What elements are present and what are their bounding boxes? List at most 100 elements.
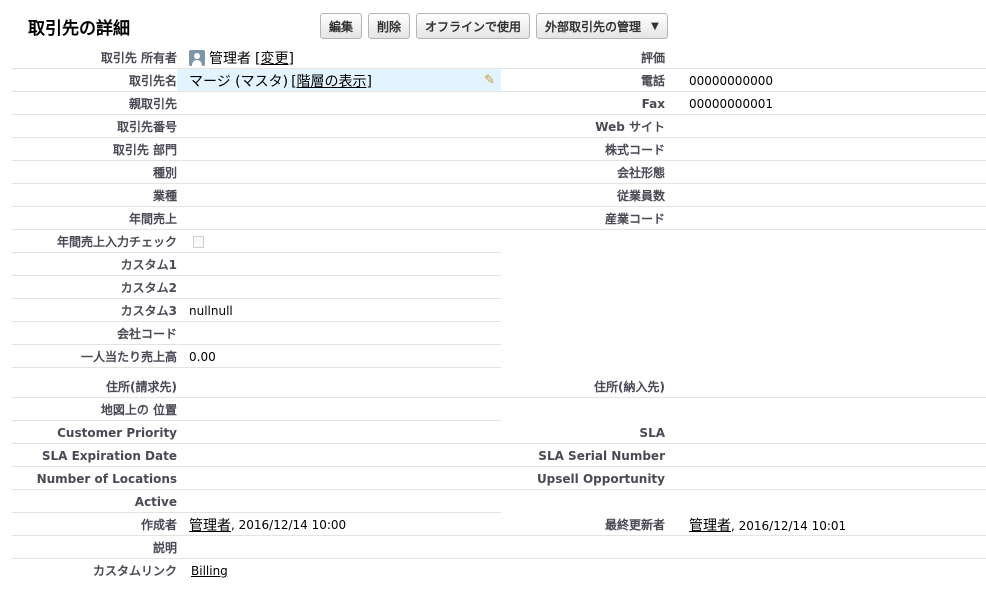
field-value	[177, 207, 501, 230]
field-value	[177, 92, 501, 115]
created-by-user-link[interactable]: 管理者	[189, 515, 231, 535]
field-label: 評価	[640, 51, 665, 65]
field-value	[177, 322, 501, 345]
field-label: 会社形態	[616, 166, 665, 180]
field-label: Upsell Opportunity	[536, 471, 665, 486]
field-value-account-name[interactable]: マージ (マスタ) [階層の表示] ✎	[177, 69, 501, 92]
field-label: Active	[134, 494, 177, 509]
field-value	[177, 444, 501, 467]
field-row-ownership: 会社形態	[501, 161, 986, 184]
field-row-company-code: 会社コード	[0, 322, 501, 345]
field-value	[177, 161, 501, 184]
change-owner-link[interactable]: [変更]	[255, 48, 294, 68]
field-row-custom2: カスタム2	[0, 276, 501, 299]
field-value	[177, 115, 501, 138]
field-value: Billing	[177, 559, 501, 582]
field-row-empty	[501, 398, 986, 421]
field-label: 業種	[152, 189, 177, 203]
field-value	[177, 138, 501, 161]
field-value	[177, 276, 501, 299]
user-avatar-icon	[189, 49, 205, 66]
field-value: 0.00	[189, 349, 216, 364]
field-row-customer-priority: Customer Priority	[0, 421, 501, 444]
field-label: カスタム1	[120, 258, 177, 272]
field-row-num-locations: Number of Locations	[0, 467, 501, 490]
field-row-phone: 電話 00000000000	[501, 69, 986, 92]
field-label: SLA Serial Number	[538, 448, 665, 463]
field-label: 親取引先	[128, 97, 177, 111]
field-label: 作成者	[140, 518, 177, 532]
field-row-per-person: 一人当たり売上高 0.00	[0, 345, 501, 368]
owner-name: 管理者	[209, 50, 251, 67]
field-row-custom1: カスタム1	[0, 253, 501, 276]
billing-link[interactable]: Billing	[191, 564, 228, 578]
field-value: nullnull	[189, 303, 233, 318]
field-row-sla-serial: SLA Serial Number	[501, 444, 986, 467]
view-hierarchy-link[interactable]: [階層の表示]	[291, 71, 372, 91]
use-offline-button[interactable]: オフラインで使用	[416, 13, 531, 39]
field-row-website: Web サイト	[501, 115, 986, 138]
manage-external-account-button[interactable]: 外部取引先の管理 ▼	[536, 13, 668, 39]
field-label: カスタムリンク	[92, 564, 177, 578]
detail-bottom-section: 住所(請求先) 地図上の 位置 Customer Priority SLA Ex…	[0, 375, 986, 582]
field-row-division: 取引先 部門	[0, 138, 501, 161]
delete-button[interactable]: 削除	[368, 13, 411, 39]
field-value: 00000000001	[689, 96, 773, 111]
field-row-map-location: 地図上の 位置	[0, 398, 501, 421]
field-label: SLA Expiration Date	[41, 448, 177, 463]
field-value	[177, 490, 501, 513]
field-value	[177, 184, 501, 207]
toolbar: 編集 削除 オフラインで使用 外部取引先の管理 ▼	[320, 13, 668, 39]
field-label: Customer Priority	[57, 425, 177, 440]
field-row-sla: SLA	[501, 421, 986, 444]
field-row-modified-by: 最終更新者 管理者, 2016/12/14 10:01	[501, 513, 986, 536]
field-row-sic: 産業コード	[501, 207, 986, 230]
field-row-owner: 取引先 所有者 管理者 [変更]	[0, 46, 501, 69]
account-name-text: マージ (マスタ)	[189, 73, 289, 90]
field-label: カスタム2	[120, 281, 177, 295]
field-row-custom3: カスタム3 nullnull	[0, 299, 501, 322]
detail-right-column: 評価 電話 00000000000 Fax 00000000001 Web サイト …	[501, 46, 986, 230]
field-value	[177, 536, 501, 559]
field-label: Number of Locations	[36, 471, 177, 486]
bottom-right-column: 住所(納入先) SLA SLA Serial Number Upsell Opp…	[501, 375, 986, 582]
field-row-empty	[501, 536, 986, 559]
field-value	[177, 398, 501, 421]
field-row-account-name: 取引先名 マージ (マスタ) [階層の表示] ✎	[0, 69, 501, 92]
modified-by-user-link[interactable]: 管理者	[689, 518, 731, 534]
modified-date: , 2016/12/14 10:01	[731, 518, 847, 533]
field-label: 取引先番号	[116, 120, 177, 134]
field-row-rating: 評価	[501, 46, 986, 69]
field-label: 電話	[640, 74, 665, 88]
field-label: 最終更新者	[604, 518, 665, 532]
manage-external-account-label: 外部取引先の管理	[545, 19, 642, 34]
field-value	[177, 375, 501, 398]
edit-button[interactable]: 編集	[320, 13, 363, 39]
field-row-number: 取引先番号	[0, 115, 501, 138]
field-label: 取引先名	[128, 74, 177, 88]
field-label: カスタム3	[120, 304, 177, 318]
field-value	[177, 421, 501, 444]
field-label: 一人当たり売上高	[80, 350, 177, 364]
pencil-edit-icon[interactable]: ✎	[484, 73, 495, 88]
field-label: 会社コード	[116, 327, 177, 341]
field-row-parent: 親取引先	[0, 92, 501, 115]
field-row-active: Active	[0, 490, 501, 513]
field-label: Web サイト	[595, 120, 665, 134]
field-value-modified-by: 管理者, 2016/12/14 10:01	[665, 515, 846, 535]
field-row-created-by: 作成者 管理者, 2016/12/14 10:00	[0, 513, 501, 536]
field-row-revenue: 年間売上	[0, 207, 501, 230]
field-value: 00000000000	[689, 73, 773, 88]
field-label: 年間売上入力チェック	[56, 235, 177, 249]
field-row-empty	[501, 559, 986, 582]
field-label: 従業員数	[616, 189, 665, 203]
page-title: 取引先の詳細	[28, 19, 130, 39]
field-label: 住所(納入先)	[594, 380, 665, 394]
created-date: , 2016/12/14 10:00	[231, 517, 347, 532]
bottom-left-column: 住所(請求先) 地図上の 位置 Customer Priority SLA Ex…	[0, 375, 501, 582]
field-label: 取引先 部門	[112, 143, 177, 157]
edit-button-label: 編集	[329, 19, 354, 34]
field-label: 種別	[152, 166, 177, 180]
field-row-custom-links: カスタムリンク Billing	[0, 559, 501, 582]
field-row-upsell: Upsell Opportunity	[501, 467, 986, 490]
